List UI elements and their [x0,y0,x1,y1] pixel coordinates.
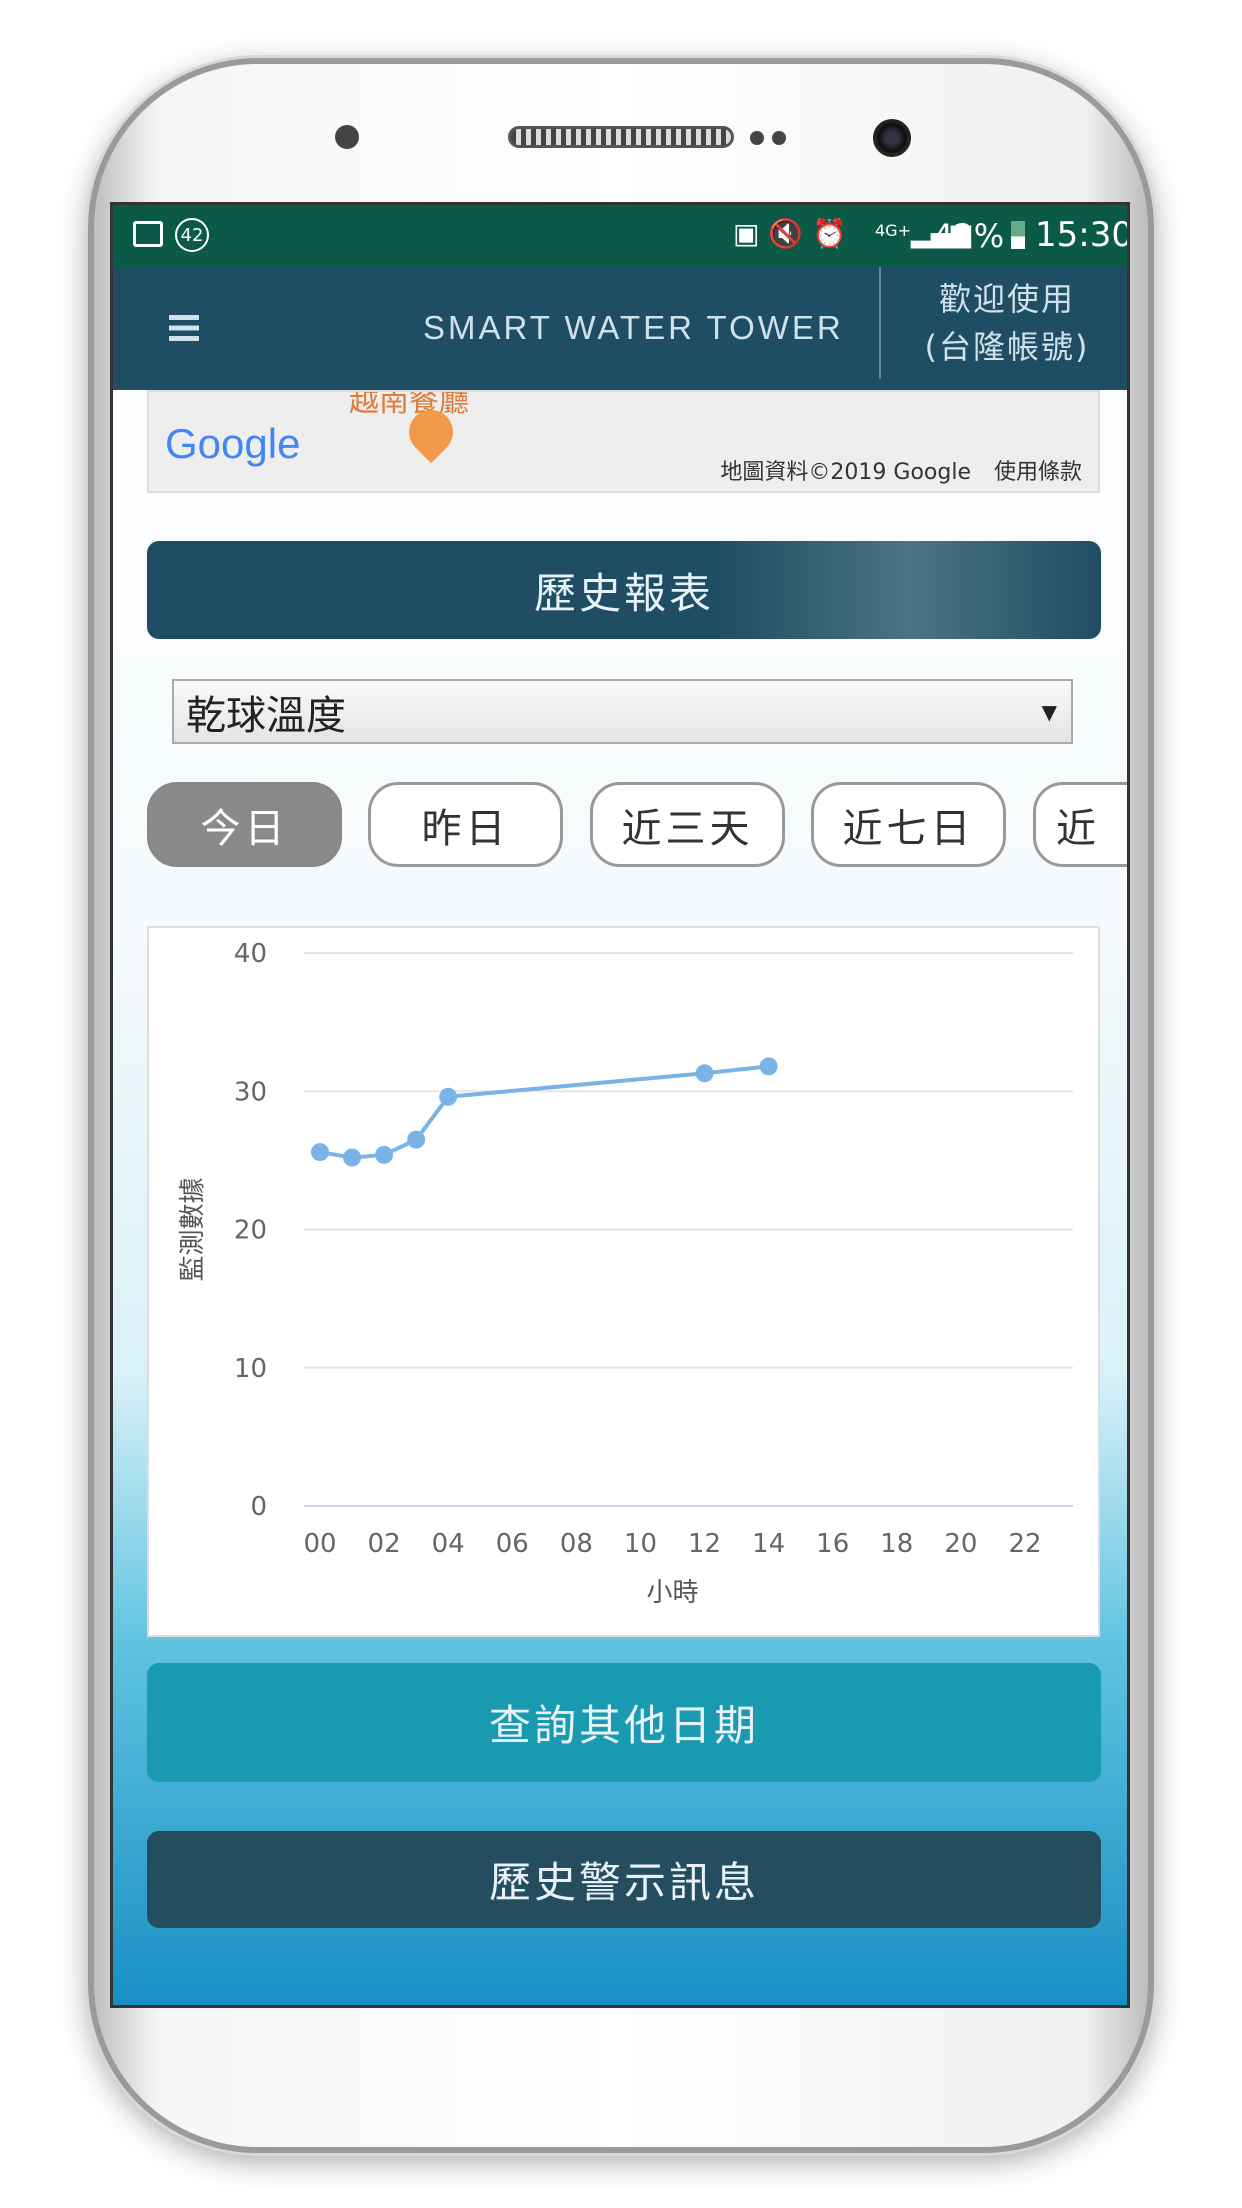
y-tick-label: 30 [234,1077,267,1107]
app-screen: 42 ▣ 🔇 ⏰ 4G+ ▂▄▆ 42% 15:30 SMART WATER T… [110,202,1130,2008]
earpiece-speaker [508,126,734,148]
x-tick-label: 06 [496,1529,529,1559]
history-chart: 0 10 20 30 40 00 02 04 06 08 10 12 14 16 18 20 22 小時 監測數據 [147,926,1100,1637]
app-title: SMART WATER TOWER [423,309,844,346]
sensor-dot [750,131,764,145]
map-terms-link[interactable]: 使用條款 [994,460,1082,485]
front-sensor [335,125,359,149]
status-icons: ▣ 🔇 ⏰ [733,217,847,250]
map-attribution: 地圖資料©2019 Google 使用條款 [720,454,1082,486]
tab-last-7-days[interactable]: 近七日 [811,782,1006,867]
x-tick-label: 08 [560,1529,593,1559]
x-tick-label: 10 [624,1529,657,1559]
map-data-credit: 地圖資料©2019 Google [720,460,971,485]
x-tick-label: 22 [1008,1529,1041,1559]
sensor-select[interactable]: 乾球溫度 ▼ [172,679,1073,744]
x-tick-label: 00 [303,1529,336,1559]
data-point [311,1143,329,1162]
front-camera [873,119,911,157]
y-tick-label: 40 [234,939,267,969]
x-axis-title: 小時 [646,1578,698,1608]
query-other-dates-button[interactable]: 查詢其他日期 [147,1663,1101,1782]
account-name: (台隆帳號) [924,328,1090,366]
app-header: SMART WATER TOWER 歡迎使用 (台隆帳號) [113,267,1127,390]
google-logo: Google [165,420,301,467]
history-alerts-button[interactable]: 歷史警示訊息 [147,1831,1101,1928]
data-point [695,1064,714,1083]
clock: 15:30 [1035,215,1130,255]
status-bar: 42 ▣ 🔇 ⏰ 4G+ ▂▄▆ 42% 15:30 [113,205,1127,267]
sensor-dot [772,131,786,145]
notification-count-badge: 42 [175,218,209,252]
data-point [439,1087,458,1106]
battery-icon [1011,221,1025,249]
hamburger-icon[interactable] [169,315,199,341]
x-tick-label: 14 [752,1529,785,1559]
welcome-text: 歡迎使用 [938,280,1075,318]
y-tick-label: 0 [250,1492,267,1522]
x-tick-label: 12 [688,1529,721,1559]
y-axis-title: 監測數據 [178,1177,208,1281]
sensor-select-value: 乾球溫度 [186,692,346,739]
map-poi-label: 越南餐廳 [349,390,469,419]
x-tick-label: 02 [368,1529,401,1559]
y-tick-label: 20 [234,1216,267,1246]
tab-last-3-days[interactable]: 近三天 [590,782,785,867]
data-point [375,1145,394,1164]
network-type: 4G+ [875,221,911,240]
x-tick-label: 16 [816,1529,849,1559]
tab-today[interactable]: 今日 [147,782,342,867]
x-tick-label: 18 [880,1529,913,1559]
gallery-icon [133,221,163,247]
history-report-button[interactable]: 歷史報表 [147,541,1101,639]
battery-percent: 42% [933,217,1005,255]
data-point [407,1130,426,1149]
tab-yesterday[interactable]: 昨日 [368,782,563,867]
map-view[interactable]: 越南餐廳 Google 地圖資料©2019 Google 使用條款 [147,390,1100,493]
dropdown-arrow-icon: ▼ [1041,699,1057,724]
tab-more[interactable]: 近 [1033,782,1127,867]
x-tick-label: 20 [944,1529,977,1559]
account-info[interactable]: 歡迎使用 (台隆帳號) [881,275,1127,371]
x-tick-label: 04 [432,1529,465,1559]
y-tick-label: 10 [234,1354,267,1384]
data-point [759,1057,778,1076]
data-point [343,1148,362,1167]
line-chart: 0 10 20 30 40 00 02 04 06 08 10 12 14 16 18 20 22 小時 監測數據 [178,939,1073,1608]
